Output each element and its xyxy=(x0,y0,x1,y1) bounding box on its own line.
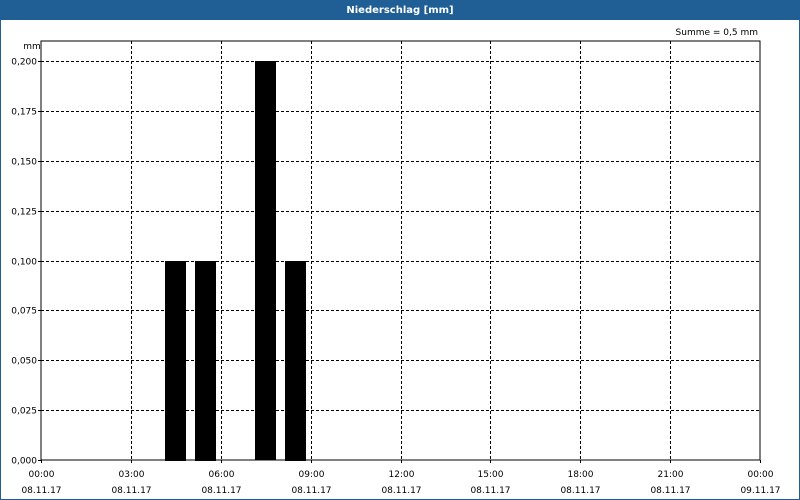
x-tick-date-label: 08.11.17 xyxy=(201,486,241,496)
precipitation-chart: 0,000 0,025 0,050 0,075 0,100 0,125 0,150 0,175… xyxy=(11,28,780,496)
x-tick-time-label: 21:00 xyxy=(658,470,684,480)
x-tick-date-label: 08.11.17 xyxy=(560,486,600,496)
plot-area-border xyxy=(40,40,761,461)
y-tick-label: 0,100 xyxy=(11,258,37,268)
y-tick-label: 0,150 xyxy=(11,158,37,168)
y-tick-label: 0,125 xyxy=(11,208,37,218)
x-tick-time-label: 09:00 xyxy=(299,470,325,480)
sum-annotation: Summe = 0,5 mm xyxy=(676,28,758,38)
y-tick-label: 0,075 xyxy=(11,307,37,317)
precipitation-bar xyxy=(255,61,276,460)
y-tick-label: 0,025 xyxy=(11,407,37,417)
precipitation-bar xyxy=(195,261,216,461)
x-tick-time-label: 03:00 xyxy=(119,470,145,480)
precipitation-bar xyxy=(165,261,186,461)
x-tick-date-label: 08.11.17 xyxy=(470,486,510,496)
y-tick-label: 0,175 xyxy=(11,108,37,118)
x-tick-time-label: 06:00 xyxy=(209,470,235,480)
x-tick-date-label: 08.11.17 xyxy=(111,486,151,496)
x-tick-date-label: 08.11.17 xyxy=(21,486,61,496)
chart-window: Niederschlag [mm] 0,000 0,025 0,050 0,075 0,… xyxy=(0,0,800,500)
x-tick-date-label: 08.11.17 xyxy=(291,486,331,496)
x-tick-time-label: 00:00 xyxy=(748,470,774,480)
y-tick-label: 0,200 xyxy=(11,58,37,68)
y-axis-label: mm xyxy=(23,42,41,52)
x-tick-time-label: 00:00 xyxy=(29,470,55,480)
x-tick-date-label: 08.11.17 xyxy=(381,486,421,496)
x-tick-time-label: 12:00 xyxy=(389,470,415,480)
y-tick-label: 0,000 xyxy=(11,457,37,467)
precipitation-bar xyxy=(285,261,306,461)
x-tick-date-label: 09.11.17 xyxy=(740,486,780,496)
x-tick-date-label: 08.11.17 xyxy=(650,486,690,496)
y-tick-label: 0,050 xyxy=(11,357,37,367)
x-tick-time-label: 18:00 xyxy=(568,470,594,480)
x-tick-time-label: 15:00 xyxy=(478,470,504,480)
